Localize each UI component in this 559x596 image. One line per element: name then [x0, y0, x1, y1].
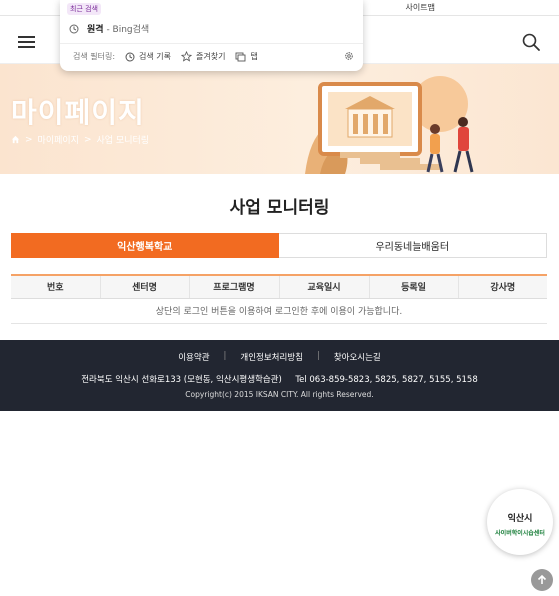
column-header-registered: 등록일	[369, 274, 459, 299]
hamburger-menu-icon[interactable]	[18, 36, 35, 48]
breadcrumb-separator: >	[83, 134, 92, 145]
column-header-schedule: 교육일시	[279, 274, 370, 299]
filter-favorites-button[interactable]: 즐겨찾기	[181, 51, 225, 62]
search-filter-bar: 검색 필터링: 검색 기록 즐겨찾기 탭	[73, 51, 258, 62]
footer-address: 전라북도 익산시 선화로133 (모현동, 익산시평생학습관)	[81, 375, 282, 385]
badge-center-label: 사이버학이시습센터	[495, 530, 545, 537]
filter-history-label: 검색 기록	[139, 52, 172, 61]
hero-banner: 마이페이지 > 마이페이지 > 사업 모니터링	[0, 64, 559, 174]
footer-links: 이용약관 | 개인정보처리방침 | 찾아오시는길	[0, 351, 559, 363]
column-header-program: 프로그램명	[189, 274, 280, 299]
history-icon	[125, 52, 135, 61]
hero-title: 마이페이지	[11, 96, 145, 129]
footer-address-line: 전라북도 익산시 선화로133 (모현동, 익산시평생학습관) Tel 063-…	[0, 373, 559, 385]
footer-tel: Tel 063-859-5823, 5825, 5827, 5155, 5158	[295, 375, 478, 385]
history-icon	[69, 24, 79, 33]
footer-link-terms[interactable]: 이용약관	[178, 351, 209, 363]
badge-city-label: 익산시	[507, 514, 533, 524]
recent-search-query: 원격	[87, 25, 104, 35]
site-footer: 이용약관 | 개인정보처리방침 | 찾아오시는길 전라북도 익산시 선화로133…	[0, 340, 559, 411]
recent-search-source: - Bing검색	[106, 25, 150, 35]
table-row: 상단의 로그인 버튼을 이용하여 로그인한 후에 이용이 가능합니다.	[11, 298, 547, 324]
arrow-up-icon	[537, 574, 547, 584]
breadcrumb: > 마이페이지 > 사업 모니터링	[11, 133, 149, 146]
footer-separator: |	[223, 351, 227, 361]
filter-tabs-button[interactable]: 탭	[235, 51, 258, 62]
filter-label: 검색 필터링:	[73, 52, 116, 61]
table-header-row: 번호 센터명 프로그램명 교육일시 등록일 강사명	[11, 274, 547, 299]
cyber-learning-center-badge[interactable]: 익산시 사이버학이시습센터	[487, 489, 553, 555]
column-header-instructor: 강사명	[458, 274, 547, 299]
hero-illustration	[305, 76, 474, 174]
home-icon[interactable]	[11, 135, 20, 144]
breadcrumb-separator: >	[25, 134, 33, 145]
star-icon	[181, 51, 193, 62]
column-header-number: 번호	[11, 274, 101, 299]
popup-divider	[60, 43, 363, 44]
browser-search-popup: 최근 검색 원격 - Bing검색 검색 필터링: 검색 기록 즐겨찾기 탭	[60, 0, 363, 71]
recent-search-item[interactable]: 원격 - Bing검색	[69, 22, 149, 35]
tab-iksan-happy-school[interactable]: 익산행복학교	[11, 233, 279, 258]
page-title: 사업 모니터링	[229, 198, 330, 218]
tab-neighborhood-learning[interactable]: 우리동네늘배움터	[278, 233, 547, 258]
recent-search-label: 최근 검색	[67, 3, 101, 15]
filter-favorites-label: 즐겨찾기	[196, 52, 226, 61]
tabs-icon	[236, 52, 246, 61]
footer-link-privacy[interactable]: 개인정보처리방침	[240, 351, 303, 363]
empty-table-message: 상단의 로그인 버튼을 이용하여 로그인한 후에 이용이 가능합니다.	[11, 298, 547, 324]
program-tabs: 익산행복학교 우리동네늘배움터	[11, 233, 547, 258]
gear-icon[interactable]	[344, 51, 354, 61]
footer-separator: |	[316, 351, 320, 361]
filter-history-button[interactable]: 검색 기록	[125, 51, 171, 62]
breadcrumb-item-current: 사업 모니터링	[96, 136, 150, 146]
monitoring-table: 번호 센터명 프로그램명 교육일시 등록일 강사명 상단의 로그인 버튼을 이용…	[11, 274, 547, 324]
footer-link-directions[interactable]: 찾아오시는길	[334, 351, 381, 363]
search-icon[interactable]	[521, 32, 541, 52]
breadcrumb-item-mypage[interactable]: 마이페이지	[38, 133, 79, 146]
footer-copyright: Copyright(c) 2015 IKSAN CITY. All rights…	[185, 390, 374, 399]
scroll-to-top-button[interactable]	[531, 569, 553, 591]
filter-tabs-label: 탭	[250, 52, 258, 61]
sitemap-link[interactable]: 사이트맵	[406, 2, 435, 13]
column-header-center: 센터명	[100, 274, 190, 299]
